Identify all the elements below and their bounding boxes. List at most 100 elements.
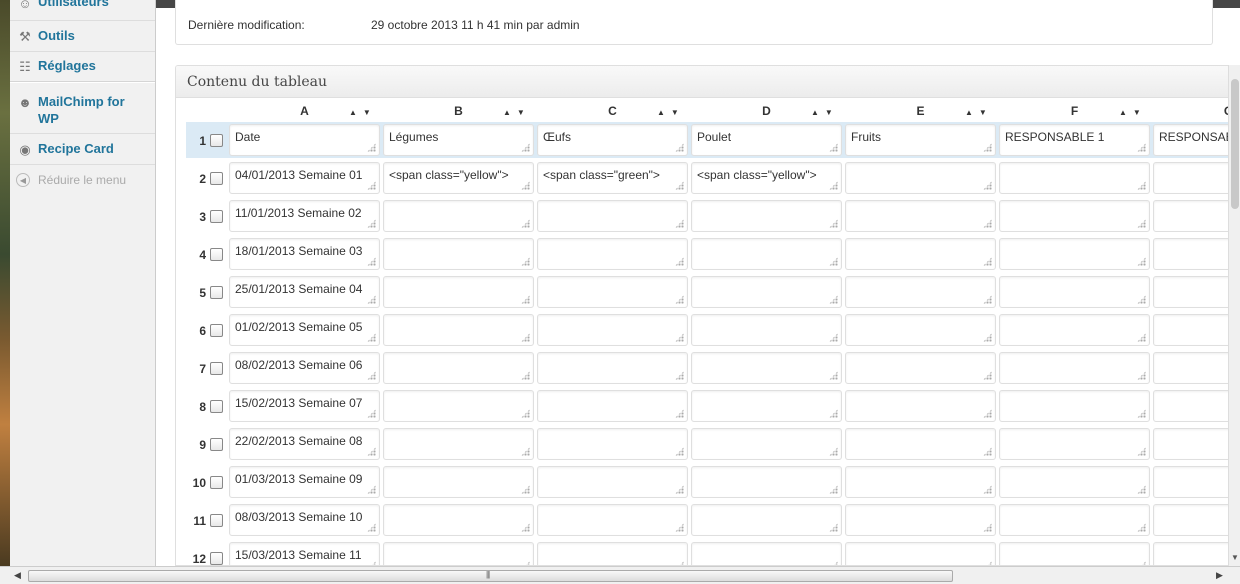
sort-arrows-icon[interactable]: ▲▼ — [965, 108, 993, 117]
table-cell[interactable] — [1153, 276, 1235, 308]
table-cell[interactable] — [537, 390, 688, 422]
row-select-checkbox[interactable] — [210, 248, 223, 261]
table-cell[interactable]: 01/02/2013 Semaine 05 — [229, 314, 380, 346]
table-cell[interactable] — [691, 542, 842, 565]
table-cell[interactable] — [691, 390, 842, 422]
table-cell[interactable] — [691, 352, 842, 384]
table-cell[interactable]: Poulet — [691, 124, 842, 156]
table-cell[interactable]: Œufs — [537, 124, 688, 156]
row-select-checkbox[interactable] — [210, 514, 223, 527]
resize-grip-icon[interactable] — [521, 143, 530, 152]
menu-item-recipe-card[interactable]: ◉ Recipe Card — [10, 141, 156, 159]
row-select-checkbox[interactable] — [210, 134, 223, 147]
resize-grip-icon[interactable] — [983, 181, 992, 190]
resize-grip-icon[interactable] — [1137, 295, 1146, 304]
resize-grip-icon[interactable] — [983, 295, 992, 304]
table-cell[interactable] — [537, 276, 688, 308]
table-cell[interactable] — [999, 428, 1150, 460]
row-select-checkbox[interactable] — [210, 552, 223, 565]
table-cell[interactable] — [691, 200, 842, 232]
resize-grip-icon[interactable] — [675, 333, 684, 342]
table-cell[interactable] — [845, 466, 996, 498]
table-cell[interactable] — [1153, 466, 1235, 498]
resize-grip-icon[interactable] — [367, 143, 376, 152]
table-cell[interactable] — [999, 238, 1150, 270]
resize-grip-icon[interactable] — [829, 485, 838, 494]
table-cell[interactable] — [691, 314, 842, 346]
table-cell[interactable]: Date — [229, 124, 380, 156]
resize-grip-icon[interactable] — [1137, 523, 1146, 532]
resize-grip-icon[interactable] — [983, 333, 992, 342]
table-cell[interactable] — [691, 276, 842, 308]
sort-arrows-icon[interactable]: ▲▼ — [349, 108, 377, 117]
resize-grip-icon[interactable] — [367, 409, 376, 418]
table-cell[interactable] — [999, 352, 1150, 384]
resize-grip-icon[interactable] — [983, 523, 992, 532]
table-cell[interactable] — [999, 466, 1150, 498]
table-cell[interactable] — [383, 466, 534, 498]
vertical-scroll-thumb[interactable] — [1231, 79, 1239, 209]
resize-grip-icon[interactable] — [983, 485, 992, 494]
table-cell[interactable]: Fruits — [845, 124, 996, 156]
scroll-down-icon[interactable]: ▼ — [1231, 553, 1239, 562]
table-cell[interactable] — [845, 542, 996, 565]
resize-grip-icon[interactable] — [521, 295, 530, 304]
resize-grip-icon[interactable] — [675, 295, 684, 304]
table-cell[interactable] — [383, 314, 534, 346]
resize-grip-icon[interactable] — [367, 257, 376, 266]
table-cell[interactable] — [1153, 542, 1235, 565]
table-cell[interactable] — [537, 542, 688, 565]
table-cell[interactable] — [1153, 162, 1235, 194]
table-cell[interactable] — [845, 428, 996, 460]
table-cell[interactable] — [691, 504, 842, 536]
table-cell[interactable] — [1153, 504, 1235, 536]
resize-grip-icon[interactable] — [829, 143, 838, 152]
table-cell[interactable] — [845, 200, 996, 232]
table-cell[interactable] — [691, 466, 842, 498]
resize-grip-icon[interactable] — [1137, 485, 1146, 494]
table-cell[interactable] — [537, 466, 688, 498]
table-cell[interactable]: 18/01/2013 Semaine 03 — [229, 238, 380, 270]
table-cell[interactable] — [845, 238, 996, 270]
resize-grip-icon[interactable] — [521, 447, 530, 456]
table-cell[interactable] — [537, 200, 688, 232]
resize-grip-icon[interactable] — [1137, 143, 1146, 152]
resize-grip-icon[interactable] — [521, 257, 530, 266]
resize-grip-icon[interactable] — [829, 219, 838, 228]
table-cell[interactable] — [845, 162, 996, 194]
table-cell[interactable] — [537, 314, 688, 346]
resize-grip-icon[interactable] — [983, 371, 992, 380]
resize-grip-icon[interactable] — [829, 371, 838, 380]
resize-grip-icon[interactable] — [675, 181, 684, 190]
horizontal-scrollbar[interactable]: ◀ ||| ▶ — [0, 566, 1240, 584]
resize-grip-icon[interactable] — [367, 333, 376, 342]
sort-arrows-icon[interactable]: ▲▼ — [503, 108, 531, 117]
row-select-checkbox[interactable] — [210, 476, 223, 489]
sort-arrows-icon[interactable]: ▲▼ — [1119, 108, 1147, 117]
menu-item-users[interactable]: ☺ Utilisateurs — [10, 0, 156, 12]
table-cell[interactable] — [1153, 314, 1235, 346]
table-cell[interactable] — [383, 352, 534, 384]
resize-grip-icon[interactable] — [829, 523, 838, 532]
resize-grip-icon[interactable] — [675, 523, 684, 532]
table-cell[interactable] — [537, 504, 688, 536]
resize-grip-icon[interactable] — [367, 295, 376, 304]
table-cell[interactable] — [845, 276, 996, 308]
resize-grip-icon[interactable] — [675, 485, 684, 494]
resize-grip-icon[interactable] — [1137, 181, 1146, 190]
table-cell[interactable]: <span class="yellow"> — [383, 162, 534, 194]
table-cell[interactable]: 04/01/2013 Semaine 01 — [229, 162, 380, 194]
table-cell[interactable] — [1153, 428, 1235, 460]
menu-item-mailchimp[interactable]: ☻ MailChimp for WP — [10, 93, 156, 127]
table-cell[interactable] — [999, 314, 1150, 346]
resize-grip-icon[interactable] — [1137, 333, 1146, 342]
table-cell[interactable] — [845, 314, 996, 346]
resize-grip-icon[interactable] — [521, 523, 530, 532]
table-cell[interactable]: RESPONSABLE 1 — [999, 124, 1150, 156]
row-select-checkbox[interactable] — [210, 286, 223, 299]
table-cell[interactable] — [537, 238, 688, 270]
resize-grip-icon[interactable] — [675, 409, 684, 418]
resize-grip-icon[interactable] — [367, 371, 376, 380]
resize-grip-icon[interactable] — [829, 257, 838, 266]
horizontal-scroll-thumb[interactable] — [28, 570, 953, 582]
